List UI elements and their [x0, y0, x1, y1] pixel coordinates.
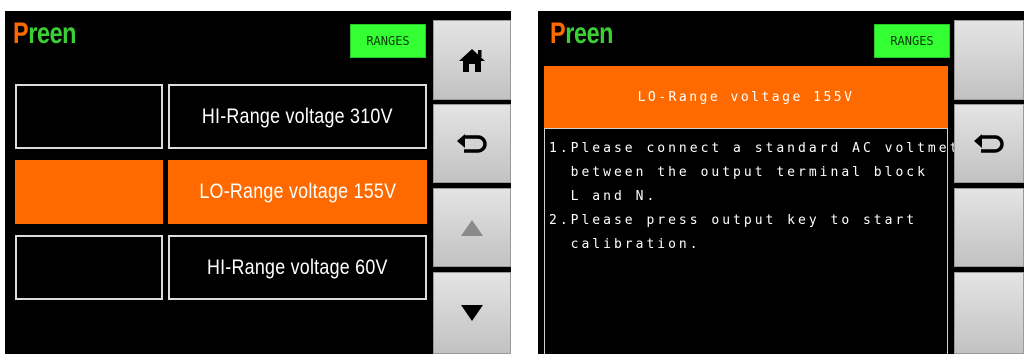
ranges-button[interactable]: RANGES [350, 24, 426, 58]
calibration-screen: Preen RANGES LO-Range voltage 155V 1.Ple… [538, 11, 1024, 354]
triangle-down-icon [461, 305, 483, 321]
preen-logo: Preen [13, 17, 77, 50]
option-selector-lo-155[interactable] [15, 160, 163, 224]
calibration-title: LO-Range voltage 155V [544, 66, 948, 128]
home-button[interactable] [433, 20, 511, 100]
instruction-line: calibration. [549, 237, 701, 252]
preen-logo: Preen [550, 17, 614, 50]
instruction-line: between the output terminal block [549, 165, 928, 180]
instructions-panel: 1.Please connect a standard AC voltmeter… [544, 128, 979, 354]
scroll-down-button[interactable] [433, 272, 511, 354]
instruction-line: 1.Please connect a standard AC voltmeter [549, 141, 983, 156]
ranges-button[interactable]: RANGES [874, 24, 950, 58]
back-button[interactable] [954, 104, 1024, 183]
option-selector-hi-60[interactable] [15, 235, 163, 300]
option-lo-range-155v[interactable]: LO-Range voltage 155V [168, 160, 427, 224]
ranges-screen: Preen RANGES HI-Range voltage 310V LO-Ra… [5, 11, 511, 354]
blank-side-button[interactable] [954, 20, 1024, 100]
blank-side-button[interactable] [954, 188, 1024, 267]
scroll-up-button[interactable] [433, 188, 511, 267]
triangle-up-icon [461, 219, 483, 236]
back-arrow-icon [457, 133, 487, 153]
back-button[interactable] [433, 104, 511, 183]
instruction-line: L and N. [549, 189, 658, 204]
option-hi-range-60v[interactable]: HI-Range voltage 60V [168, 235, 427, 300]
back-arrow-icon [974, 133, 1004, 153]
blank-side-button[interactable] [954, 272, 1024, 354]
home-icon [459, 49, 485, 72]
option-selector-hi-310[interactable] [15, 84, 163, 149]
instruction-line: 2.Please press output key to start [549, 213, 918, 228]
option-hi-range-310v[interactable]: HI-Range voltage 310V [168, 84, 427, 149]
